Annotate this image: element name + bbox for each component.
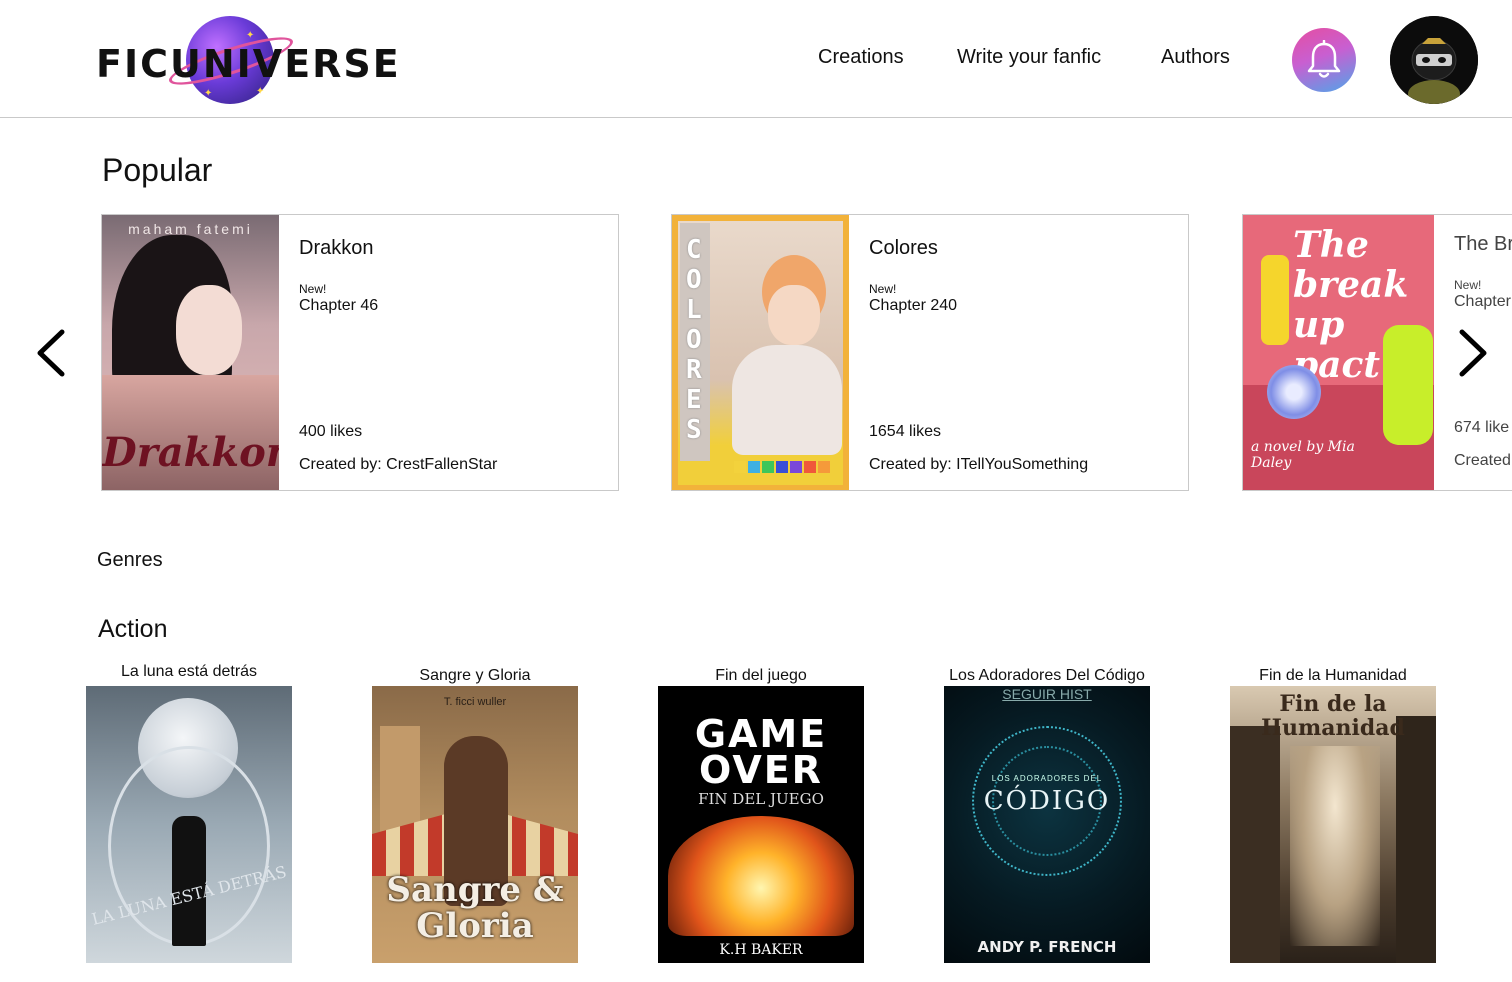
cover-light [1290,746,1380,946]
action-heading: Action [98,615,168,643]
chevron-left-icon [37,329,65,377]
genres-heading: Genres [97,549,163,571]
card-title: The Br [1454,233,1512,255]
cover-title-text: Sangre & Gloria [386,870,564,946]
cover-building-right [1396,716,1436,963]
cover-game-over: GAME OVER FIN DEL JUEGO K.H BAKER [658,686,864,963]
star-icon: ✦ [246,30,255,41]
new-badge: New! [1454,278,1482,292]
cover-title-text: GAME OVER [694,712,828,792]
profile-avatar[interactable] [1390,16,1478,104]
cover-face [768,285,820,345]
star-icon: ✦ [256,86,265,97]
cover-figure [172,816,206,946]
cover-codigo: SEGUIR HIST LOS ADORADORES DEL CÓDIGO AN… [944,686,1150,963]
card-likes: 1654 likes [869,423,942,440]
card-chapter: Chapter [1454,293,1511,310]
card-author: Created [1454,452,1511,469]
nav-write-fanfic[interactable]: Write your fanfic [957,46,1101,69]
popular-card-colores[interactable]: COLORES Colores New! Chapter 240 1654 li… [671,214,1189,491]
nav-authors[interactable]: Authors [1161,46,1230,69]
card-chapter: Chapter 240 [869,297,958,314]
cover-fin-humanidad: Fin de la Humanidad [1230,686,1436,963]
book-title: La luna está detrás [120,663,258,680]
cover-sangre-gloria: T. ficci wuller Sangre & Gloria [372,686,578,963]
cover-overlay-text: SEGUIR HIST [1002,686,1092,702]
cover-byline: a novel by Mia Daley [1251,439,1355,471]
cover-figure-right [1383,325,1433,445]
cover-pompom [1267,365,1321,419]
ficuniverse-logo[interactable]: ✦ ✦ ✦ FICUNIVERSE [96,12,399,110]
cover-author-text: T. ficci wuller [443,696,507,708]
notifications-button[interactable] [1292,28,1356,92]
book-title: Fin del juego [715,667,807,684]
card-likes: 674 like [1454,419,1510,436]
ninja-avatar-icon [1390,16,1478,104]
carousel-next-button[interactable] [1452,326,1492,380]
cover-face [176,285,242,375]
cover-figure-left [1261,255,1289,345]
cover-subtitle-text: FIN DEL JUEGO [698,790,824,808]
new-badge: New! [869,282,897,296]
book-title: Los Adoradores Del Código [949,667,1145,684]
carousel-prev-button[interactable] [32,326,72,380]
card-title: Drakkon [299,237,374,259]
cover-building-left [1230,726,1280,963]
cover-small-text: LOS ADORADORES DEL [991,774,1103,783]
popular-card-drakkon[interactable]: maham fatemi Drakkon Drakkon New! Chapte… [101,214,619,491]
nav-creations[interactable]: Creations [818,46,904,69]
cover-shirt [732,345,842,455]
cover-title-text: COLORES [686,235,702,445]
logo-text: FICUNIVERSE [96,42,401,86]
card-author: Created by: CrestFallenStar [299,456,498,473]
cover-la-luna: LA LUNA ESTÁ DETRÁS [86,686,292,963]
card-likes: 400 likes [299,423,363,440]
cover-author-text: maham fatemi [128,221,253,237]
bell-icon [1307,40,1341,78]
book-title: Fin de la Humanidad [1259,667,1407,684]
cover-drakkon: maham fatemi Drakkon [102,215,279,490]
cover-title-text: Drakkon [102,429,279,476]
cover-title-text: Fin de la Humanidad [1261,691,1405,741]
card-author: Created by: ITellYouSomething [869,456,1089,473]
book-title: Sangre y Gloria [419,667,531,684]
cover-color-swatches [734,461,830,473]
cover-explosion [668,816,854,936]
popular-heading: Popular [102,152,213,188]
cover-title-text: CÓDIGO [983,786,1111,816]
star-icon: ✦ [204,88,213,99]
cover-author-text: ANDY P. FRENCH [977,938,1117,956]
new-badge: New! [299,282,327,296]
cover-author-text: K.H BAKER [719,942,803,958]
cover-colores: COLORES [672,215,849,490]
card-title: Colores [869,237,938,259]
top-header: ✦ ✦ ✦ FICUNIVERSE Creations Write your f… [0,0,1512,118]
cover-breakup-pact: The break up pact a novel by Mia Daley [1243,215,1434,490]
card-chapter: Chapter 46 [299,297,379,314]
chevron-right-icon [1459,329,1487,377]
